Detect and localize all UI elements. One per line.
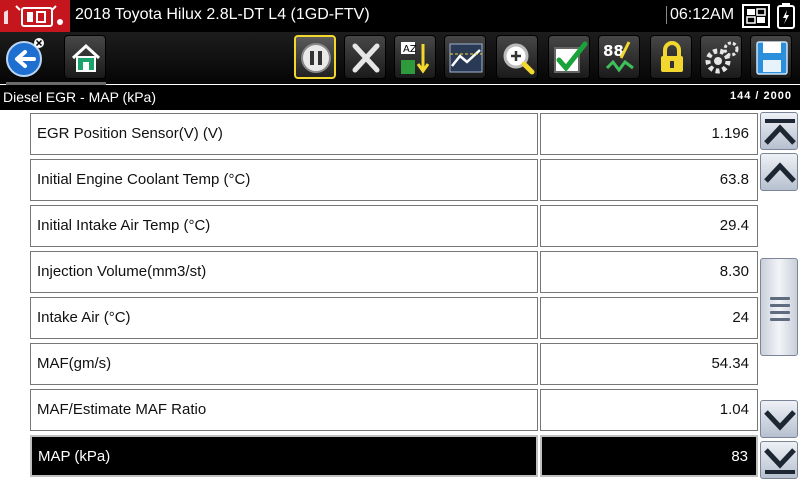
pid-name: MAF/Estimate MAF Ratio bbox=[37, 401, 207, 418]
pid-value-cell: 24 bbox=[540, 297, 758, 339]
stop-button[interactable] bbox=[344, 35, 386, 79]
scroll-down-button[interactable] bbox=[760, 400, 798, 438]
back-button[interactable] bbox=[4, 35, 46, 79]
pid-value-cell: 54.34 bbox=[540, 343, 758, 385]
pid-name-cell: MAF(gm/s) bbox=[30, 343, 538, 385]
lock-button[interactable] bbox=[650, 35, 692, 79]
grip-line bbox=[770, 304, 790, 307]
pid-name-cell: EGR Position Sensor(V) (V) bbox=[30, 113, 538, 155]
scroll-down-icon bbox=[764, 410, 796, 431]
back-icon bbox=[6, 38, 44, 77]
pid-name: Intake Air (°C) bbox=[37, 309, 131, 326]
grip-line bbox=[770, 311, 790, 314]
table-row[interactable]: Initial Engine Coolant Temp (°C) 63.8 bbox=[30, 159, 758, 201]
settings-button[interactable] bbox=[700, 35, 742, 79]
pid-value: 29.4 bbox=[719, 217, 749, 234]
pid-name: Initial Intake Air Temp (°C) bbox=[37, 217, 211, 234]
pid-value-cell: 8.30 bbox=[540, 251, 758, 293]
title-bar: 2018 Toyota Hilux 2.8L-DT L4 (1GD-FTV) 0… bbox=[0, 0, 800, 32]
save-button[interactable] bbox=[750, 35, 792, 79]
pid-value: 54.34 bbox=[711, 355, 749, 372]
scroll-up-button[interactable] bbox=[760, 153, 798, 191]
save-icon bbox=[756, 41, 788, 75]
pid-name: MAF(gm/s) bbox=[37, 355, 112, 372]
pid-name: Injection Volume(mm3/st) bbox=[37, 263, 207, 280]
settings-icon bbox=[705, 41, 739, 74]
pid-value: 1.04 bbox=[719, 401, 749, 418]
pid-value: 8.30 bbox=[719, 263, 749, 280]
pid-name-cell: MAP (kPa) bbox=[30, 435, 538, 477]
pid-value: 83 bbox=[731, 448, 748, 465]
clock: 06:12AM bbox=[666, 6, 734, 24]
pid-name-cell: Injection Volume(mm3/st) bbox=[30, 251, 538, 293]
toolbar: AZ 88 bbox=[0, 32, 800, 84]
home-icon bbox=[71, 43, 101, 72]
table-row[interactable]: Injection Volume(mm3/st) 8.30 bbox=[30, 251, 758, 293]
custom-data-button[interactable]: 88 bbox=[598, 35, 640, 79]
pid-name: EGR Position Sensor(V) (V) bbox=[37, 125, 223, 142]
pid-name: MAP (kPa) bbox=[38, 448, 111, 465]
pid-count: 144 / 2000 bbox=[730, 90, 792, 102]
check-icon bbox=[554, 41, 588, 73]
zoom-button[interactable] bbox=[496, 35, 538, 79]
pid-value-cell: 1.196 bbox=[540, 113, 758, 155]
scroll-top-button[interactable] bbox=[760, 112, 798, 150]
sort-icon: AZ bbox=[401, 42, 430, 74]
scroll-top-icon bbox=[764, 119, 796, 145]
pause-button[interactable] bbox=[294, 35, 336, 79]
sort-button[interactable]: AZ bbox=[394, 35, 436, 79]
zoom-icon bbox=[503, 43, 535, 75]
pid-name-cell: Initial Intake Air Temp (°C) bbox=[30, 205, 538, 247]
svg-text:AZ: AZ bbox=[403, 44, 417, 55]
pid-value: 63.8 bbox=[719, 171, 749, 188]
scroll-bottom-icon bbox=[764, 448, 796, 474]
pid-name-cell: Intake Air (°C) bbox=[30, 297, 538, 339]
home-button[interactable] bbox=[64, 35, 106, 79]
table-row-selected[interactable]: MAP (kPa) 83 bbox=[30, 435, 758, 477]
scroll-up-icon bbox=[764, 162, 796, 183]
close-icon bbox=[352, 43, 380, 73]
pid-name-cell: MAF/Estimate MAF Ratio bbox=[30, 389, 538, 431]
pid-value-cell: 1.04 bbox=[540, 389, 758, 431]
table-row[interactable]: EGR Position Sensor(V) (V) 1.196 bbox=[30, 113, 758, 155]
pid-value-cell: 29.4 bbox=[540, 205, 758, 247]
pid-name-cell: Initial Engine Coolant Temp (°C) bbox=[30, 159, 538, 201]
pause-icon bbox=[301, 43, 331, 73]
custom-data-icon: 88 bbox=[603, 41, 634, 73]
graph-button[interactable] bbox=[444, 35, 486, 79]
table-row[interactable]: Intake Air (°C) 24 bbox=[30, 297, 758, 339]
vehicle-logo-icon bbox=[0, 0, 70, 32]
vehicle-title: 2018 Toyota Hilux 2.8L-DT L4 (1GD-FTV) bbox=[75, 6, 370, 23]
pid-value-cell: 63.8 bbox=[540, 159, 758, 201]
pid-value-cell: 83 bbox=[540, 435, 758, 477]
graph-icon bbox=[449, 43, 483, 73]
battery-icon bbox=[777, 3, 795, 29]
table-row[interactable]: MAF(gm/s) 54.34 bbox=[30, 343, 758, 385]
pid-name: Initial Engine Coolant Temp (°C) bbox=[37, 171, 251, 188]
grip-line bbox=[770, 318, 790, 321]
pid-value: 24 bbox=[732, 309, 749, 326]
table-row[interactable]: MAF/Estimate MAF Ratio 1.04 bbox=[30, 389, 758, 431]
pid-value: 1.196 bbox=[711, 125, 749, 142]
scroll-thumb[interactable] bbox=[760, 258, 798, 356]
grip-line bbox=[770, 297, 790, 300]
pid-header: Diesel EGR - MAP (kPa) 144 / 2000 bbox=[0, 85, 800, 110]
select-button[interactable] bbox=[548, 35, 590, 79]
table-row[interactable]: Initial Intake Air Temp (°C) 29.4 bbox=[30, 205, 758, 247]
lock-icon bbox=[661, 41, 683, 72]
pid-title: Diesel EGR - MAP (kPa) bbox=[3, 89, 156, 105]
scroll-bottom-button[interactable] bbox=[760, 441, 798, 479]
